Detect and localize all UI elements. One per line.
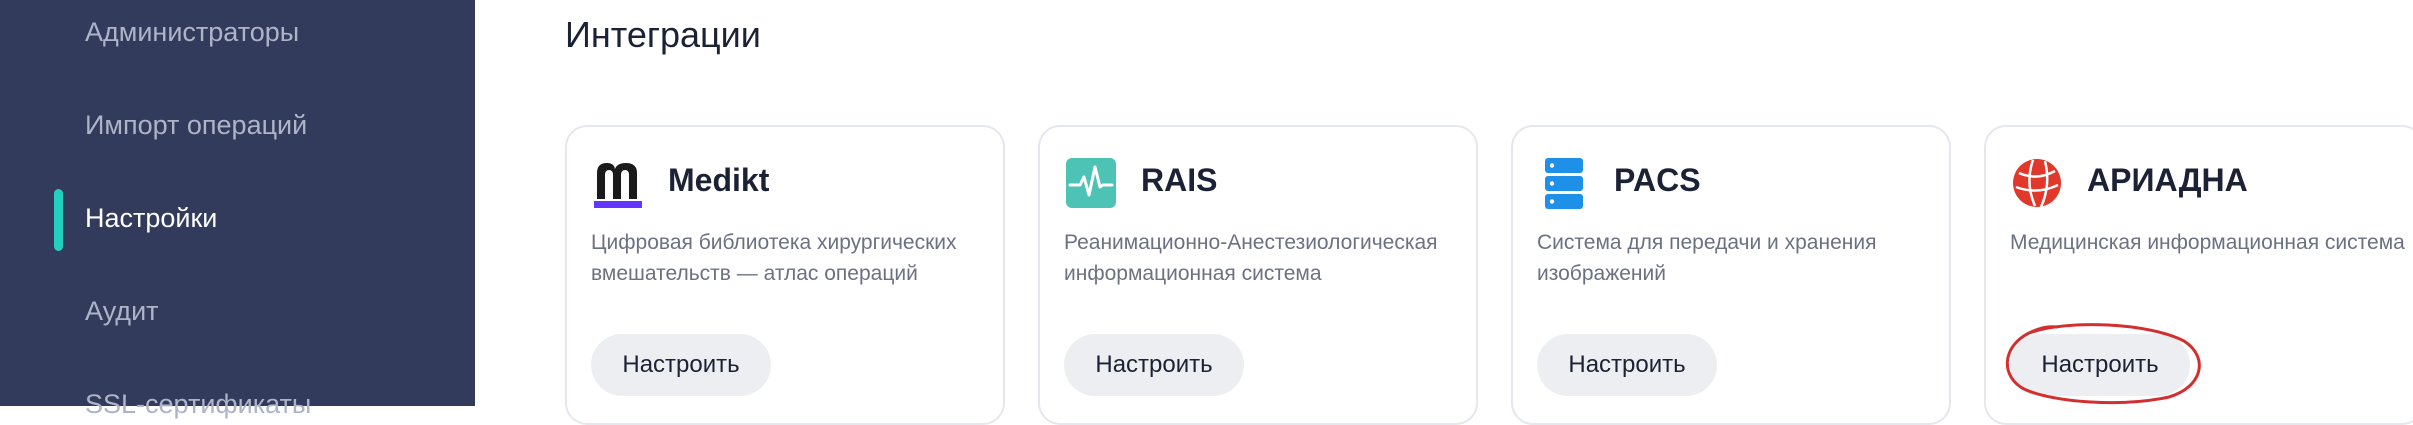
card-description: Реанимационно-Анестезиологическая информ… bbox=[1064, 231, 1438, 285]
medikt-logo-icon bbox=[594, 163, 642, 208]
card-title: PACS bbox=[1614, 162, 1701, 198]
card-description: Система для передачи и хранения изображе… bbox=[1537, 231, 1877, 285]
integration-card-pacs: PACS Система для передачи и хранения изо… bbox=[1511, 125, 1951, 425]
globe-icon bbox=[2013, 159, 2061, 208]
sidebar-item-administrators[interactable]: Администраторы bbox=[85, 17, 299, 48]
heartbeat-icon bbox=[1066, 158, 1116, 208]
card-title: АРИАДНА bbox=[2087, 162, 2248, 198]
main-content: Интеграции Medikt Цифровая библиотека хи… bbox=[475, 0, 2413, 425]
medikt-configure-button[interactable]: Настроить bbox=[591, 334, 771, 396]
rais-configure-button[interactable]: Настроить bbox=[1064, 334, 1244, 396]
pacs-configure-button[interactable]: Настроить bbox=[1537, 334, 1717, 396]
sidebar-item-ssl-certificates[interactable]: SSL-сертификаты bbox=[85, 389, 311, 420]
card-title: RAIS bbox=[1141, 162, 1218, 198]
server-stack-icon bbox=[1545, 158, 1583, 209]
card-title: Medikt bbox=[668, 162, 770, 198]
sidebar-item-audit[interactable]: Аудит bbox=[85, 296, 159, 327]
sidebar: Администраторы Импорт операций Настройки… bbox=[0, 0, 475, 419]
ariadna-configure-button[interactable]: Настроить bbox=[2010, 334, 2190, 396]
active-indicator bbox=[54, 189, 63, 251]
sidebar-item-settings[interactable]: Настройки bbox=[85, 203, 217, 234]
page-title: Интеграции bbox=[565, 14, 761, 55]
card-description: Цифровая библиотека хирургических вмешат… bbox=[591, 231, 957, 285]
integration-card-medikt: Medikt Цифровая библиотека хирургических… bbox=[565, 125, 1005, 425]
integration-card-rais: RAIS Реанимационно-Анестезиологическая и… bbox=[1038, 125, 1478, 425]
integration-card-ariadna: АРИАДНА Медицинская информационная систе… bbox=[1984, 125, 2413, 425]
sidebar-item-import-operations[interactable]: Импорт операций bbox=[85, 110, 307, 141]
card-description: Медицинская информационная система bbox=[2010, 231, 2405, 254]
